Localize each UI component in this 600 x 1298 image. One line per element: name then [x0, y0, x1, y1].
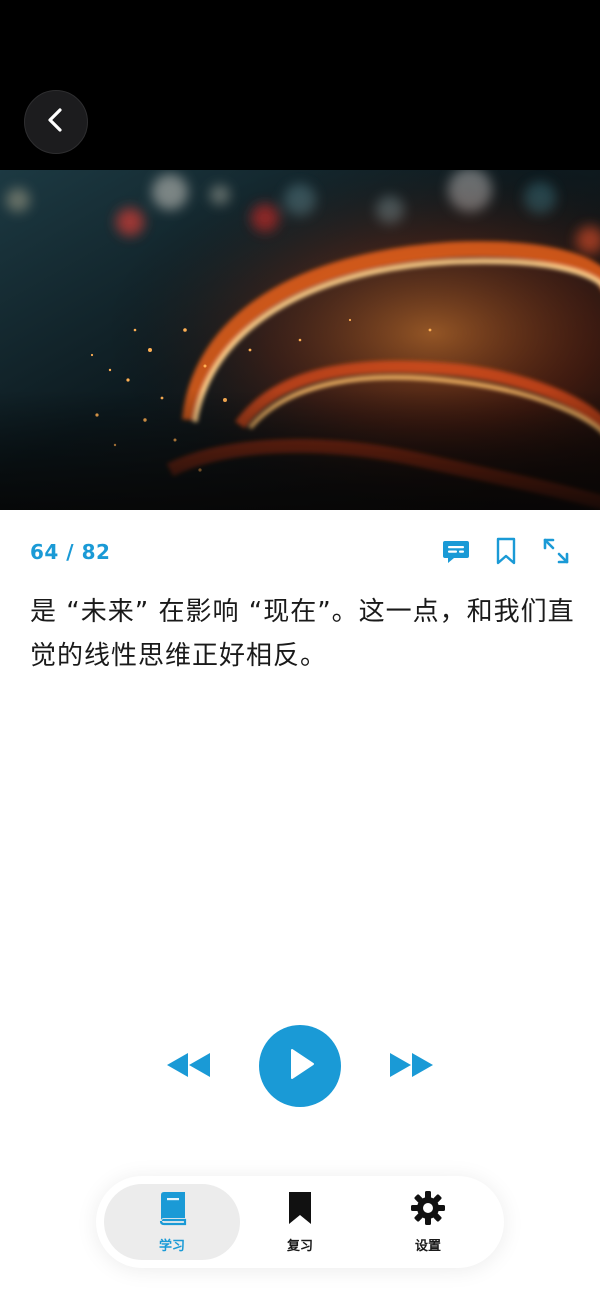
sentence-counter: 64 / 82 [30, 540, 111, 564]
gear-icon [410, 1190, 446, 1230]
rewind-button[interactable] [164, 1049, 212, 1085]
tab-settings-label: 设置 [414, 1239, 441, 1254]
play-icon [282, 1046, 318, 1086]
fast-forward-button[interactable] [388, 1049, 436, 1085]
book-icon [156, 1190, 188, 1230]
expand-icon [542, 537, 570, 569]
bottom-tab-bar: 学习 复习 设置 [96, 1176, 504, 1268]
tab-learn-label: 学习 [158, 1239, 185, 1254]
back-button[interactable] [24, 90, 88, 154]
play-button[interactable] [259, 1025, 341, 1107]
tab-settings[interactable]: 设置 [360, 1184, 496, 1260]
chevron-left-icon [43, 107, 69, 137]
sentence-text: 是 “未来” 在影响 “现在”。这一点，和我们直觉的线性思维正好相反。 [30, 597, 575, 671]
rewind-icon [164, 1050, 212, 1084]
tab-learn[interactable]: 学习 [104, 1184, 240, 1260]
top-bar [0, 0, 600, 170]
fast-forward-icon [388, 1050, 436, 1084]
bookmark-icon [287, 1190, 313, 1230]
tab-review-label: 复习 [286, 1239, 313, 1254]
card-toolbar [440, 536, 572, 570]
bookmark-button[interactable] [490, 536, 522, 570]
subtitle-button[interactable] [440, 536, 472, 570]
expand-button[interactable] [540, 536, 572, 570]
tab-review[interactable]: 复习 [232, 1184, 368, 1260]
audio-player [0, 1025, 600, 1109]
subtitle-icon [441, 536, 471, 570]
bookmark-icon [494, 536, 518, 570]
hero-image [0, 170, 600, 510]
